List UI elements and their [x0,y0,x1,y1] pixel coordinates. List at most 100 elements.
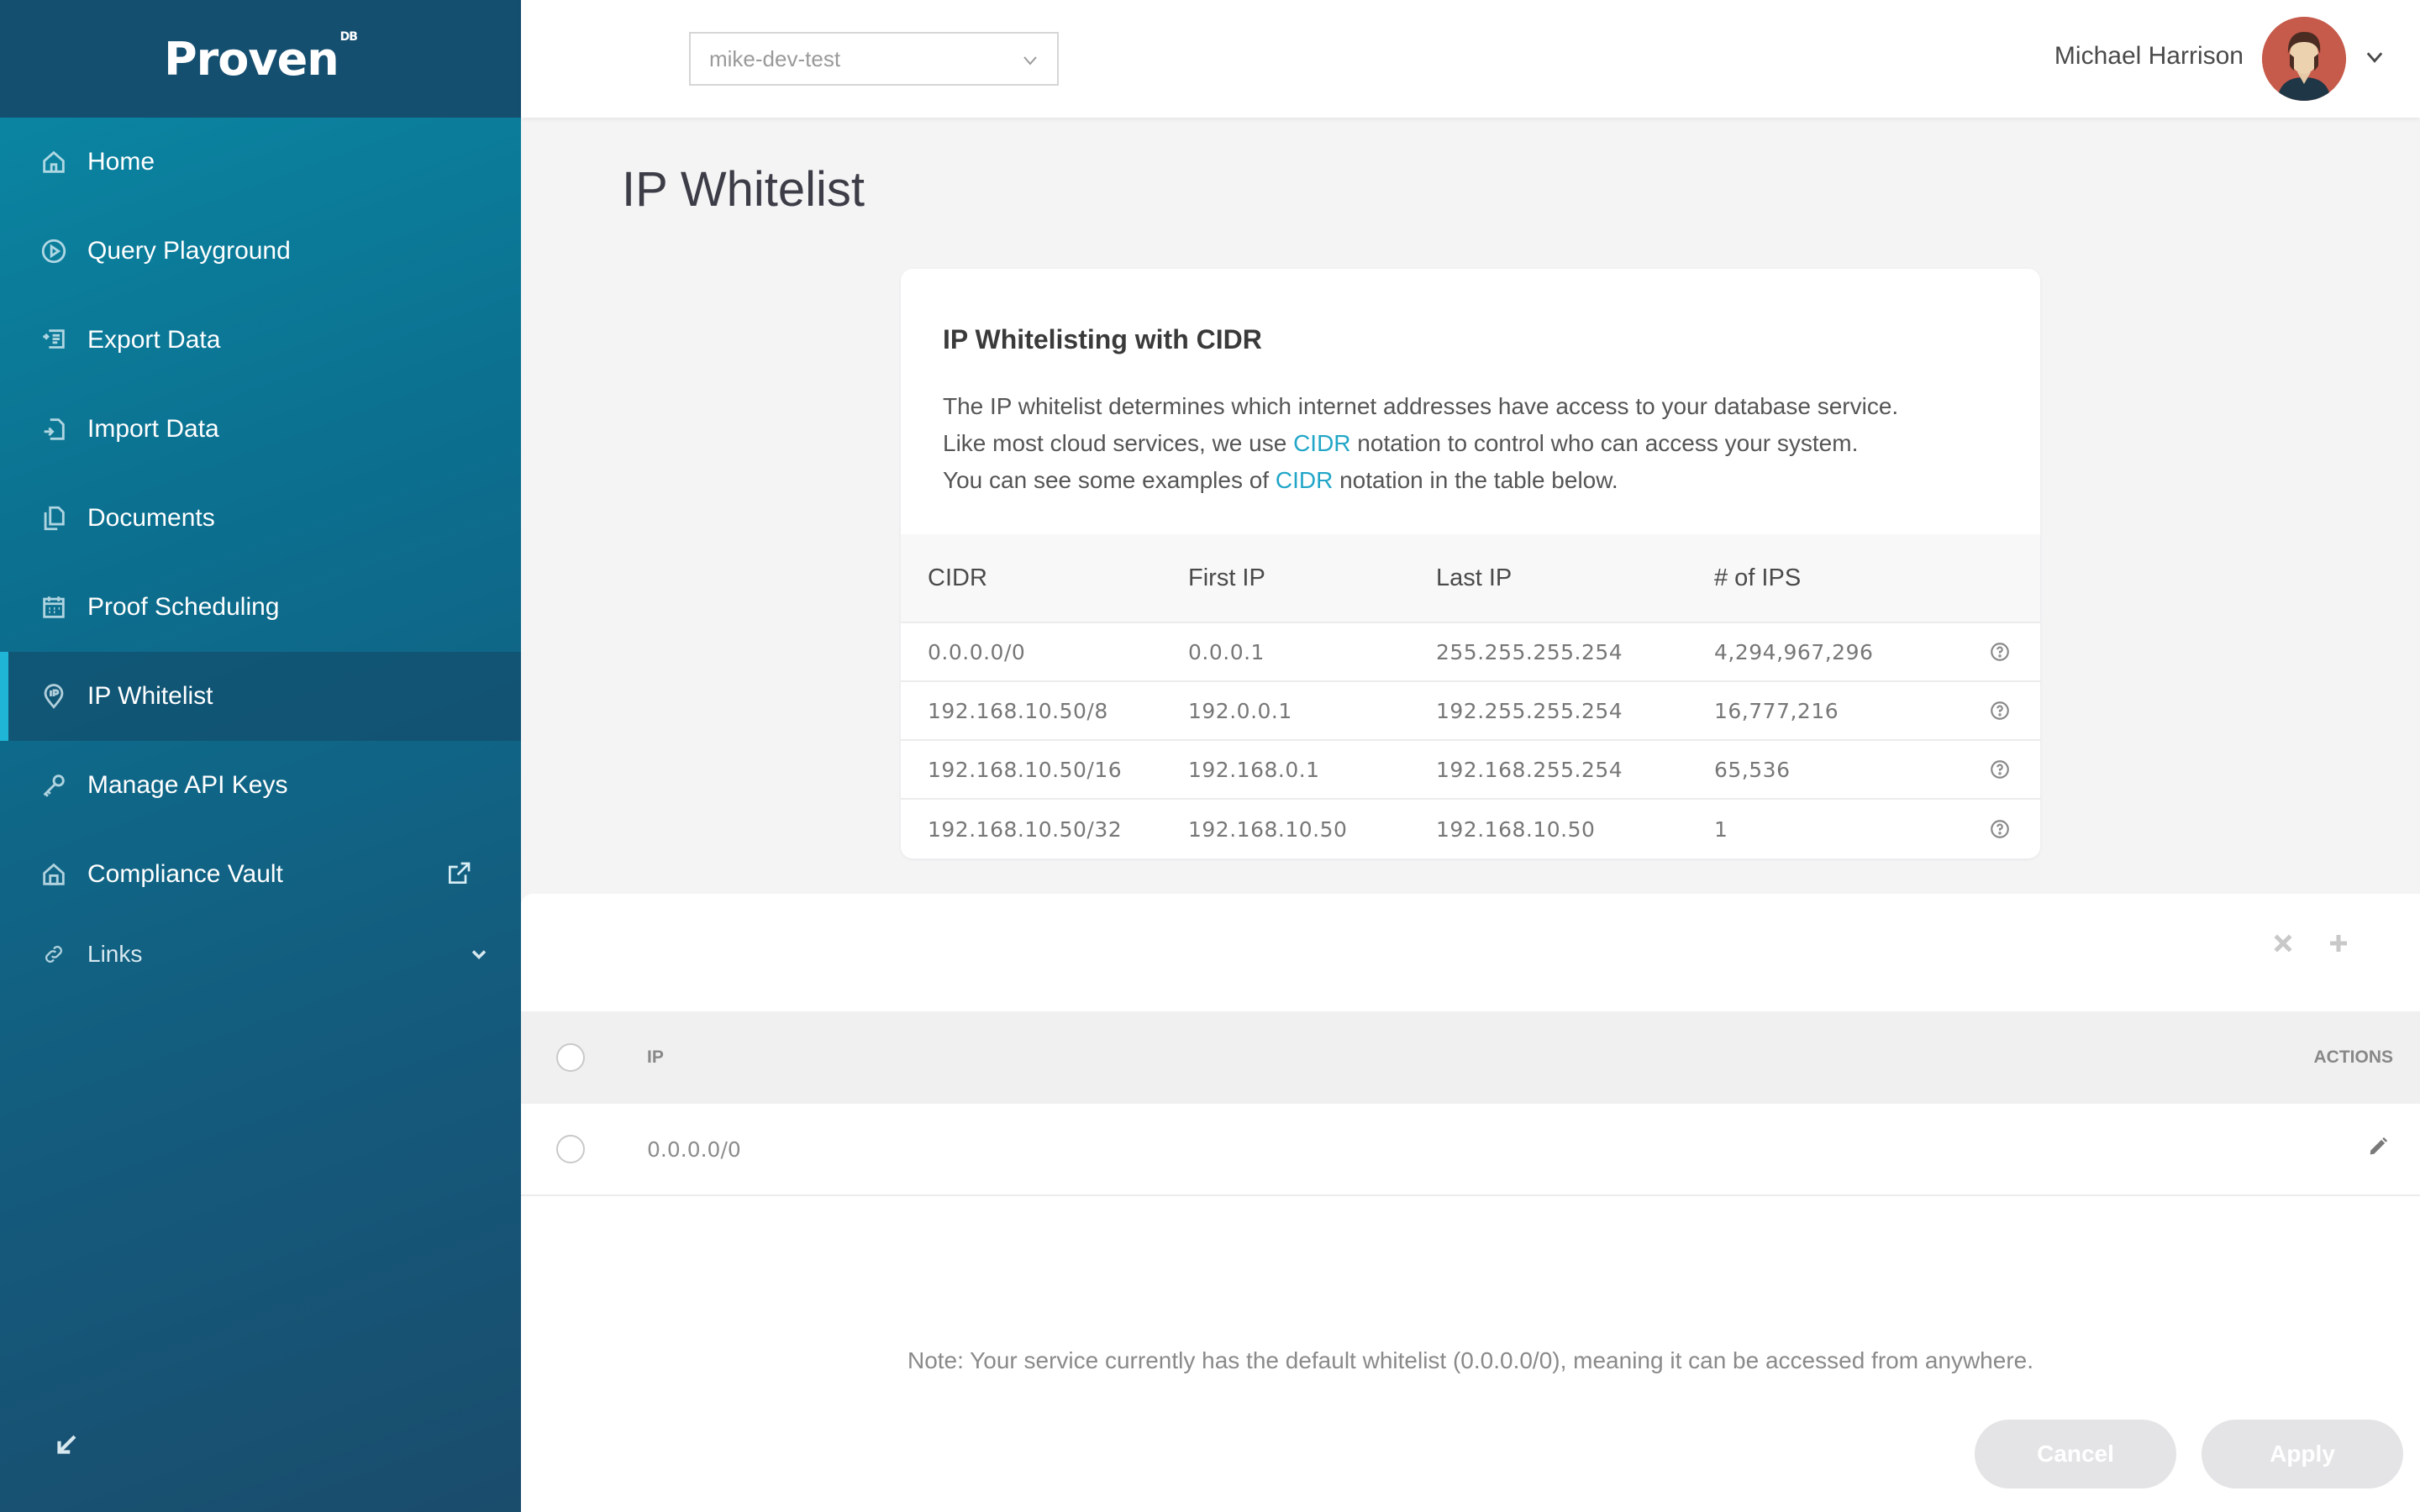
select-all-radio[interactable] [556,1043,585,1072]
column-header-ip-count: # of IPS [1714,564,1802,591]
avatar[interactable] [2262,17,2346,101]
external-link-icon[interactable] [445,860,472,894]
sidebar-item-label: Manage API Keys [87,771,288,799]
sidebar-item-label: IP Whitelist [87,682,213,710]
sidebar-item-import-data[interactable]: Import Data [0,385,521,474]
documents-icon [39,503,69,533]
cell-last-ip: 192.255.255.254 [1436,698,1623,723]
sidebar-item-compliance-vault[interactable]: Compliance Vault [0,830,521,919]
cell-cidr: 192.168.10.50/16 [928,757,1123,782]
info-line-2-pre: Like most cloud services, we use [943,430,1294,456]
whitelist-panel: IP ACTIONS 0.0.0.0/0 Note: Your service … [521,894,2420,1512]
table-row: 192.168.10.50/16 192.168.0.1 192.168.255… [901,741,2040,800]
cell-ip-count: 65,536 [1714,757,1791,782]
sidebar-item-documents[interactable]: Documents [0,474,521,563]
info-line-3: You can see some examples of CIDR notati… [943,462,1898,499]
cidr-examples-table: CIDR First IP Last IP # of IPS 0.0.0.0/0… [901,534,2040,858]
help-circle-icon[interactable] [1966,759,2033,780]
ip-pin-icon [39,681,69,711]
table-row: 192.168.10.50/8 192.0.0.1 192.255.255.25… [901,682,2040,741]
whitelist-ip-value: 0.0.0.0/0 [647,1137,741,1162]
sidebar-item-export-data[interactable]: Export Data [0,296,521,385]
cell-cidr: 192.168.10.50/8 [928,698,1108,723]
sidebar-links-toggle[interactable]: Links [0,919,521,990]
collapse-sidebar-icon[interactable] [52,1431,81,1463]
help-circle-icon[interactable] [1966,700,2033,722]
cell-last-ip: 192.168.255.254 [1436,757,1623,782]
link-icon [39,939,69,969]
sidebar-item-manage-api-keys[interactable]: Manage API Keys [0,741,521,830]
sidebar-item-label: Query Playground [87,237,291,265]
cell-first-ip: 192.168.10.50 [1188,816,1348,842]
info-line-2: Like most cloud services, we use CIDR no… [943,425,1898,462]
export-icon [39,325,69,355]
help-circle-icon[interactable] [1966,641,2033,663]
page-title: IP Whitelist [622,162,865,217]
chevron-down-icon [467,942,491,972]
whitelist-table-header: IP ACTIONS [521,1011,2420,1104]
add-icon[interactable] [2326,931,2351,960]
import-icon [39,414,69,444]
sidebar-item-label: Compliance Vault [87,860,283,888]
default-whitelist-note: Note: Your service currently has the def… [907,1347,2034,1373]
cell-ip-count: 16,777,216 [1714,698,1839,723]
top-header: mike-dev-test Michael Harrison [521,0,2420,118]
column-header-last-ip: Last IP [1436,564,1512,591]
cell-first-ip: 192.0.0.1 [1188,698,1292,723]
sidebar-item-query-playground[interactable]: Query Playground [0,207,521,296]
cell-cidr: 0.0.0.0/0 [928,639,1026,664]
cidr-info-card: IP Whitelisting with CIDR The IP whiteli… [901,269,2040,858]
info-line-3-post: notation in the table below. [1333,467,1618,493]
delete-icon[interactable] [2270,931,2296,960]
chevron-down-icon [1020,50,1040,76]
vault-icon [39,859,69,890]
info-line-3-pre: You can see some examples of [943,467,1276,493]
sidebar-item-home[interactable]: Home [0,118,521,207]
column-header-cidr: CIDR [928,564,987,591]
sidebar-item-label: Export Data [87,326,221,354]
key-icon [39,770,69,801]
service-select-value: mike-dev-test [709,45,841,71]
info-heading: IP Whitelisting with CIDR [943,324,1262,354]
table-row: 192.168.10.50/32 192.168.10.50 192.168.1… [901,800,2040,858]
cell-last-ip: 192.168.10.50 [1436,816,1596,842]
home-icon [39,147,69,177]
cell-ip-count: 1 [1714,816,1728,842]
table-row: 0.0.0.0/0 0.0.0.1 255.255.255.254 4,294,… [901,623,2040,682]
sidebar-item-label: Documents [87,504,215,532]
sidebar-item-label: Proof Scheduling [87,593,280,621]
column-header-actions: ACTIONS [2313,1047,2394,1067]
column-header-first-ip: First IP [1188,564,1265,591]
table-row: 0.0.0.0/0 [521,1104,2420,1196]
cell-ip-count: 4,294,967,296 [1714,639,1874,664]
info-line-1: The IP whitelist determines which intern… [943,393,1899,419]
edit-pencil-icon[interactable] [2366,1135,2390,1163]
cell-cidr: 192.168.10.50/32 [928,816,1123,842]
sidebar-item-ip-whitelist[interactable]: IP Whitelist [0,652,521,741]
apply-button[interactable]: Apply [2202,1420,2403,1488]
play-circle-icon [39,236,69,266]
service-select[interactable]: mike-dev-test [689,32,1059,86]
sidebar-item-proof-scheduling[interactable]: Proof Scheduling [0,563,521,652]
row-select-radio[interactable] [556,1135,585,1163]
table-header: CIDR First IP Last IP # of IPS [901,534,2040,623]
sidebar-item-label: Home [87,148,155,176]
sidebar: Proven DB Home Query Playground Export Da… [0,0,521,1512]
cell-first-ip: 192.168.0.1 [1188,757,1320,782]
info-text: The IP whitelist determines which intern… [943,388,1898,499]
cidr-link[interactable]: CIDR [1276,467,1333,493]
cell-last-ip: 255.255.255.254 [1436,639,1623,664]
column-header-ip: IP [647,1047,664,1067]
calendar-icon [39,592,69,622]
app-logo[interactable]: Proven DB [164,30,358,86]
sidebar-links-label: Links [87,941,143,967]
sidebar-item-label: Import Data [87,415,219,443]
user-menu-chevron-icon[interactable] [2363,45,2386,73]
cidr-link[interactable]: CIDR [1293,430,1350,456]
whitelist-toolbar [2270,931,2351,960]
cell-first-ip: 0.0.0.1 [1188,639,1265,664]
user-name[interactable]: Michael Harrison [2054,42,2244,71]
info-line-2-post: notation to control who can access your … [1350,430,1859,456]
help-circle-icon[interactable] [1966,818,2033,840]
cancel-button[interactable]: Cancel [1975,1420,2176,1488]
